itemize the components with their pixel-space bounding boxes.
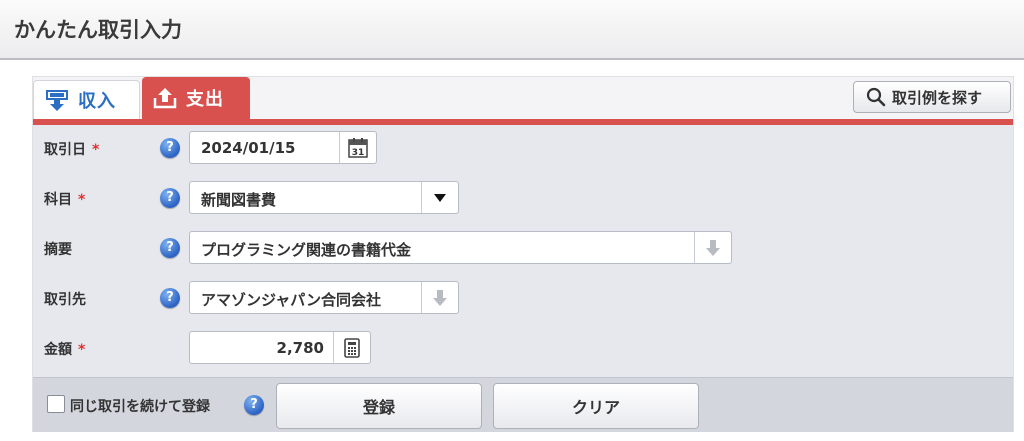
tab-income-label: 収入 [78, 91, 116, 112]
arrow-down-icon[interactable] [421, 282, 458, 313]
help-icon[interactable]: ? [160, 188, 180, 208]
search-examples-label: 取引例を探す [892, 88, 983, 107]
account-label-text: 科目 [44, 192, 72, 208]
amount-value: 2,780 [276, 339, 324, 357]
memo-value: プログラミング関連の書籍代金 [201, 241, 412, 259]
register-button-label: 登録 [362, 398, 395, 417]
tab-expense[interactable]: 支出 [142, 77, 250, 119]
arrow-down-icon[interactable] [694, 232, 731, 263]
repeat-checkbox-label[interactable]: 同じ取引を続けて登録 [70, 396, 210, 416]
memo-field[interactable]: プログラミング関連の書籍代金 [189, 231, 732, 264]
required-mark: * [92, 142, 100, 158]
memo-label: 摘要 [44, 239, 72, 259]
tab-expense-label: 支出 [186, 89, 224, 110]
help-icon[interactable]: ? [160, 288, 180, 308]
partner-field[interactable]: アマゾンジャパン合同会社 [189, 281, 459, 314]
page-header: かんたん取引入力 [0, 0, 1024, 60]
clear-button-label: クリア [571, 398, 620, 417]
memo-label-text: 摘要 [44, 242, 72, 258]
account-select[interactable]: 新聞図書費 [189, 181, 459, 214]
date-field[interactable]: 2024/01/15 31 [189, 131, 377, 164]
partner-label: 取引先 [44, 289, 86, 309]
amount-label: 金額 * [44, 339, 85, 359]
income-download-icon [44, 88, 70, 112]
calendar-day-text: 31 [352, 148, 365, 158]
repeat-checkbox[interactable] [47, 395, 65, 413]
search-examples-button[interactable]: 取引例を探す [853, 81, 1011, 113]
expense-upload-icon [152, 86, 178, 110]
partner-label-text: 取引先 [44, 292, 86, 308]
date-value: 2024/01/15 [201, 139, 296, 157]
calendar-icon[interactable]: 31 [339, 132, 376, 163]
help-icon[interactable]: ? [160, 238, 180, 258]
account-label: 科目 * [44, 189, 85, 209]
amount-label-text: 金額 [44, 342, 72, 358]
date-label-text: 取引日 [44, 142, 86, 158]
search-icon [866, 87, 886, 107]
partner-value: アマゾンジャパン合同会社 [201, 291, 382, 309]
tab-income[interactable]: 収入 [33, 80, 140, 119]
chevron-down-icon[interactable] [421, 182, 458, 213]
help-icon[interactable]: ? [160, 138, 180, 158]
clear-button[interactable]: クリア [493, 383, 699, 429]
required-mark: * [78, 342, 86, 358]
date-label: 取引日 * [44, 139, 99, 159]
amount-field[interactable]: 2,780 [189, 331, 371, 364]
account-value: 新聞図書費 [201, 191, 277, 209]
help-icon[interactable]: ? [244, 395, 264, 415]
calculator-icon[interactable] [333, 332, 370, 363]
page-title: かんたん取引入力 [14, 18, 182, 42]
required-mark: * [78, 192, 86, 208]
register-button[interactable]: 登録 [276, 383, 482, 429]
